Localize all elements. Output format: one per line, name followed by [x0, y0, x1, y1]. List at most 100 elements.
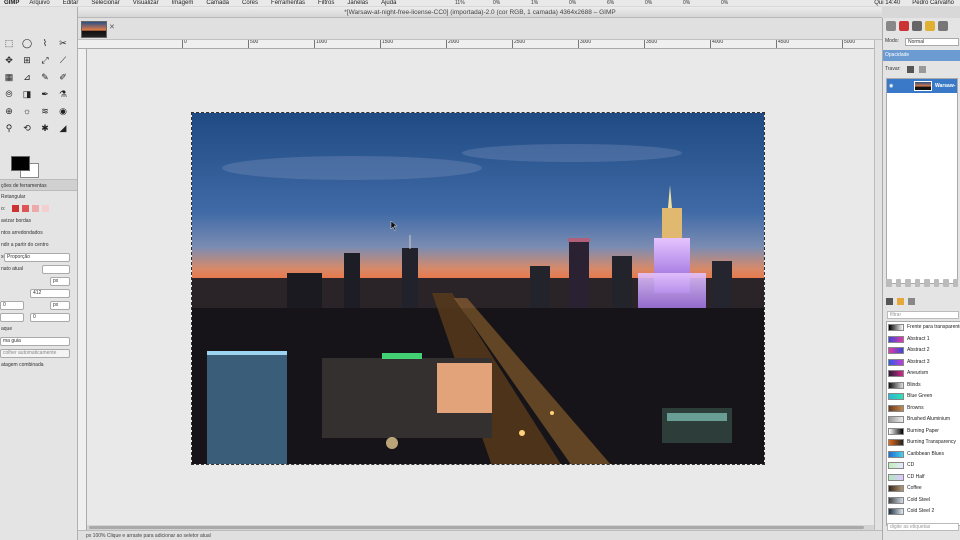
channels-tab-icon[interactable]: [899, 21, 909, 31]
menu-arquivo[interactable]: Arquivo: [29, 0, 49, 6]
menu-imagem[interactable]: Imagem: [172, 0, 194, 6]
menu-cores[interactable]: Cores: [242, 0, 258, 6]
delete-icon[interactable]: [952, 279, 958, 287]
pattern-tab-icon[interactable]: [886, 298, 893, 305]
raise-icon[interactable]: [905, 279, 911, 287]
heal-tool-icon[interactable]: ⟲: [18, 120, 36, 137]
menu-filtros[interactable]: Filtros: [318, 0, 334, 6]
gradient-item[interactable]: Caribbean Blues: [887, 449, 960, 461]
clone-tool-icon[interactable]: ⚲: [0, 120, 18, 137]
canvas-area[interactable]: [87, 49, 874, 530]
image-tab-thumbnail[interactable]: [81, 21, 107, 38]
rotate-tool-icon[interactable]: ⟋: [54, 52, 72, 69]
free-select-tool-icon[interactable]: ⌇: [36, 35, 54, 52]
tag-input[interactable]: digite as etiquetas: [887, 523, 959, 531]
blend-tool-icon[interactable]: ✒: [36, 86, 54, 103]
gradient-item[interactable]: Browns: [887, 403, 960, 415]
gradient-item[interactable]: Burning Transparency: [887, 437, 960, 449]
scale-tool-icon[interactable]: ▦: [0, 69, 18, 86]
menu-ajuda[interactable]: Ajuda: [381, 0, 396, 6]
perspective-tool-icon[interactable]: ✎: [36, 69, 54, 86]
image-canvas[interactable]: [191, 112, 765, 465]
undo-tab-icon[interactable]: [925, 21, 935, 31]
clock[interactable]: Qui 14:40: [874, 0, 900, 6]
size-width-field[interactable]: 412: [30, 289, 70, 298]
vertical-ruler[interactable]: [78, 49, 87, 530]
pos-x-field[interactable]: [0, 313, 24, 322]
bucket-fill-tool-icon[interactable]: ◨: [18, 86, 36, 103]
layer-row[interactable]: ◉ Warsaw-at: [887, 79, 957, 103]
gradient-item[interactable]: Burning Paper: [887, 426, 960, 438]
pos-y-field[interactable]: 0: [30, 313, 70, 322]
rect-select-tool-icon[interactable]: ⬚: [0, 35, 18, 52]
duplicate-icon[interactable]: [924, 279, 930, 287]
menu-visualizar[interactable]: Visualizar: [133, 0, 159, 6]
user-name[interactable]: Pedro Carvalho: [912, 0, 954, 6]
ink-tool-icon[interactable]: ◉: [54, 103, 72, 120]
rounded-corners-option[interactable]: ntos arredondados: [0, 227, 77, 239]
gradient-item[interactable]: Aneurism: [887, 368, 960, 380]
scissors-tool-icon[interactable]: ✂: [54, 35, 72, 52]
app-menu[interactable]: GIMP: [4, 0, 19, 6]
gradient-item[interactable]: CD Half: [887, 472, 960, 484]
guide-select[interactable]: ma guia: [0, 337, 70, 346]
fixed-select[interactable]: Proporção: [4, 253, 70, 262]
mode-icon-replace[interactable]: [12, 205, 19, 212]
dodge-tool-icon[interactable]: ◢: [54, 120, 72, 137]
move-tool-icon[interactable]: ✥: [0, 52, 18, 69]
smudge-tool-icon[interactable]: ✱: [36, 120, 54, 137]
gradient-item[interactable]: Abstract 3: [887, 357, 960, 369]
menu-editar[interactable]: Editar: [63, 0, 79, 6]
gradient-tab-icon[interactable]: [897, 298, 904, 305]
crop-tool-icon[interactable]: ⤢: [36, 52, 54, 69]
gradient-filter-input[interactable]: filtrar: [887, 311, 959, 319]
lock-alpha-icon[interactable]: [919, 66, 926, 73]
palette-tab-icon[interactable]: [908, 298, 915, 305]
mode-icon-add[interactable]: [22, 205, 29, 212]
auto-shrink-button[interactable]: colher automaticamente: [0, 349, 70, 358]
gradient-item[interactable]: Abstract 2: [887, 345, 960, 357]
mode-icon-intersect[interactable]: [42, 205, 49, 212]
highlight-option[interactable]: aque: [0, 323, 77, 335]
lower-icon[interactable]: [914, 279, 920, 287]
align-tool-icon[interactable]: ⊞: [18, 52, 36, 69]
flip-tool-icon[interactable]: ✐: [54, 69, 72, 86]
size-unit-select[interactable]: px: [50, 277, 70, 286]
new-layer-icon[interactable]: [886, 279, 892, 287]
eraser-tool-icon[interactable]: ☼: [18, 103, 36, 120]
opacity-slider[interactable]: Opacidade: [883, 50, 960, 61]
folder-icon[interactable]: [895, 279, 901, 287]
expand-from-center-option[interactable]: ndir a partir do centro: [0, 239, 77, 251]
mode-icon-subtract[interactable]: [32, 205, 39, 212]
antialias-option[interactable]: avizar bordas: [0, 215, 77, 227]
paintbrush-tool-icon[interactable]: ⊕: [0, 103, 18, 120]
paths-tab-icon[interactable]: [912, 21, 922, 31]
text-tool-icon[interactable]: ⦾: [0, 86, 18, 103]
gradient-item[interactable]: Cold Steel 2: [887, 506, 960, 518]
gradient-item[interactable]: CD: [887, 460, 960, 472]
gradient-item[interactable]: Coffee: [887, 483, 960, 495]
gradient-item[interactable]: Brushed Aluminium: [887, 414, 960, 426]
gradient-item[interactable]: Frente para transparente: [887, 322, 960, 334]
shrink-merged-option[interactable]: atagem combinada: [0, 359, 77, 371]
lock-pixels-icon[interactable]: [907, 66, 914, 73]
size-height-field[interactable]: 0: [0, 301, 24, 310]
menu-camada[interactable]: Camada: [206, 0, 229, 6]
layers-tab-icon[interactable]: [886, 21, 896, 31]
brushes-tab-icon[interactable]: [938, 21, 948, 31]
ellipse-select-tool-icon[interactable]: ◯: [18, 35, 36, 52]
gradient-item[interactable]: Blinds: [887, 380, 960, 392]
vertical-scrollbar[interactable]: [874, 40, 882, 530]
menu-janelas[interactable]: Janelas: [347, 0, 368, 6]
close-icon[interactable]: ✕: [109, 23, 115, 31]
gradient-item[interactable]: Cold Steel: [887, 495, 960, 507]
tool-options-header[interactable]: ções de ferramentas: [0, 179, 77, 191]
horizontal-ruler[interactable]: 0 500 1000 1500 2000 2500 3000 3500 4000 4500 5000: [78, 40, 874, 49]
gradient-item[interactable]: Blue Green: [887, 391, 960, 403]
scrollbar-thumb[interactable]: [89, 526, 864, 529]
menu-selecionar[interactable]: Selecionar: [91, 0, 119, 6]
mode-select[interactable]: Normal: [905, 38, 959, 46]
shear-tool-icon[interactable]: ⊿: [18, 69, 36, 86]
menu-ferramentas[interactable]: Ferramentas: [271, 0, 305, 6]
eye-icon[interactable]: ◉: [889, 79, 893, 93]
